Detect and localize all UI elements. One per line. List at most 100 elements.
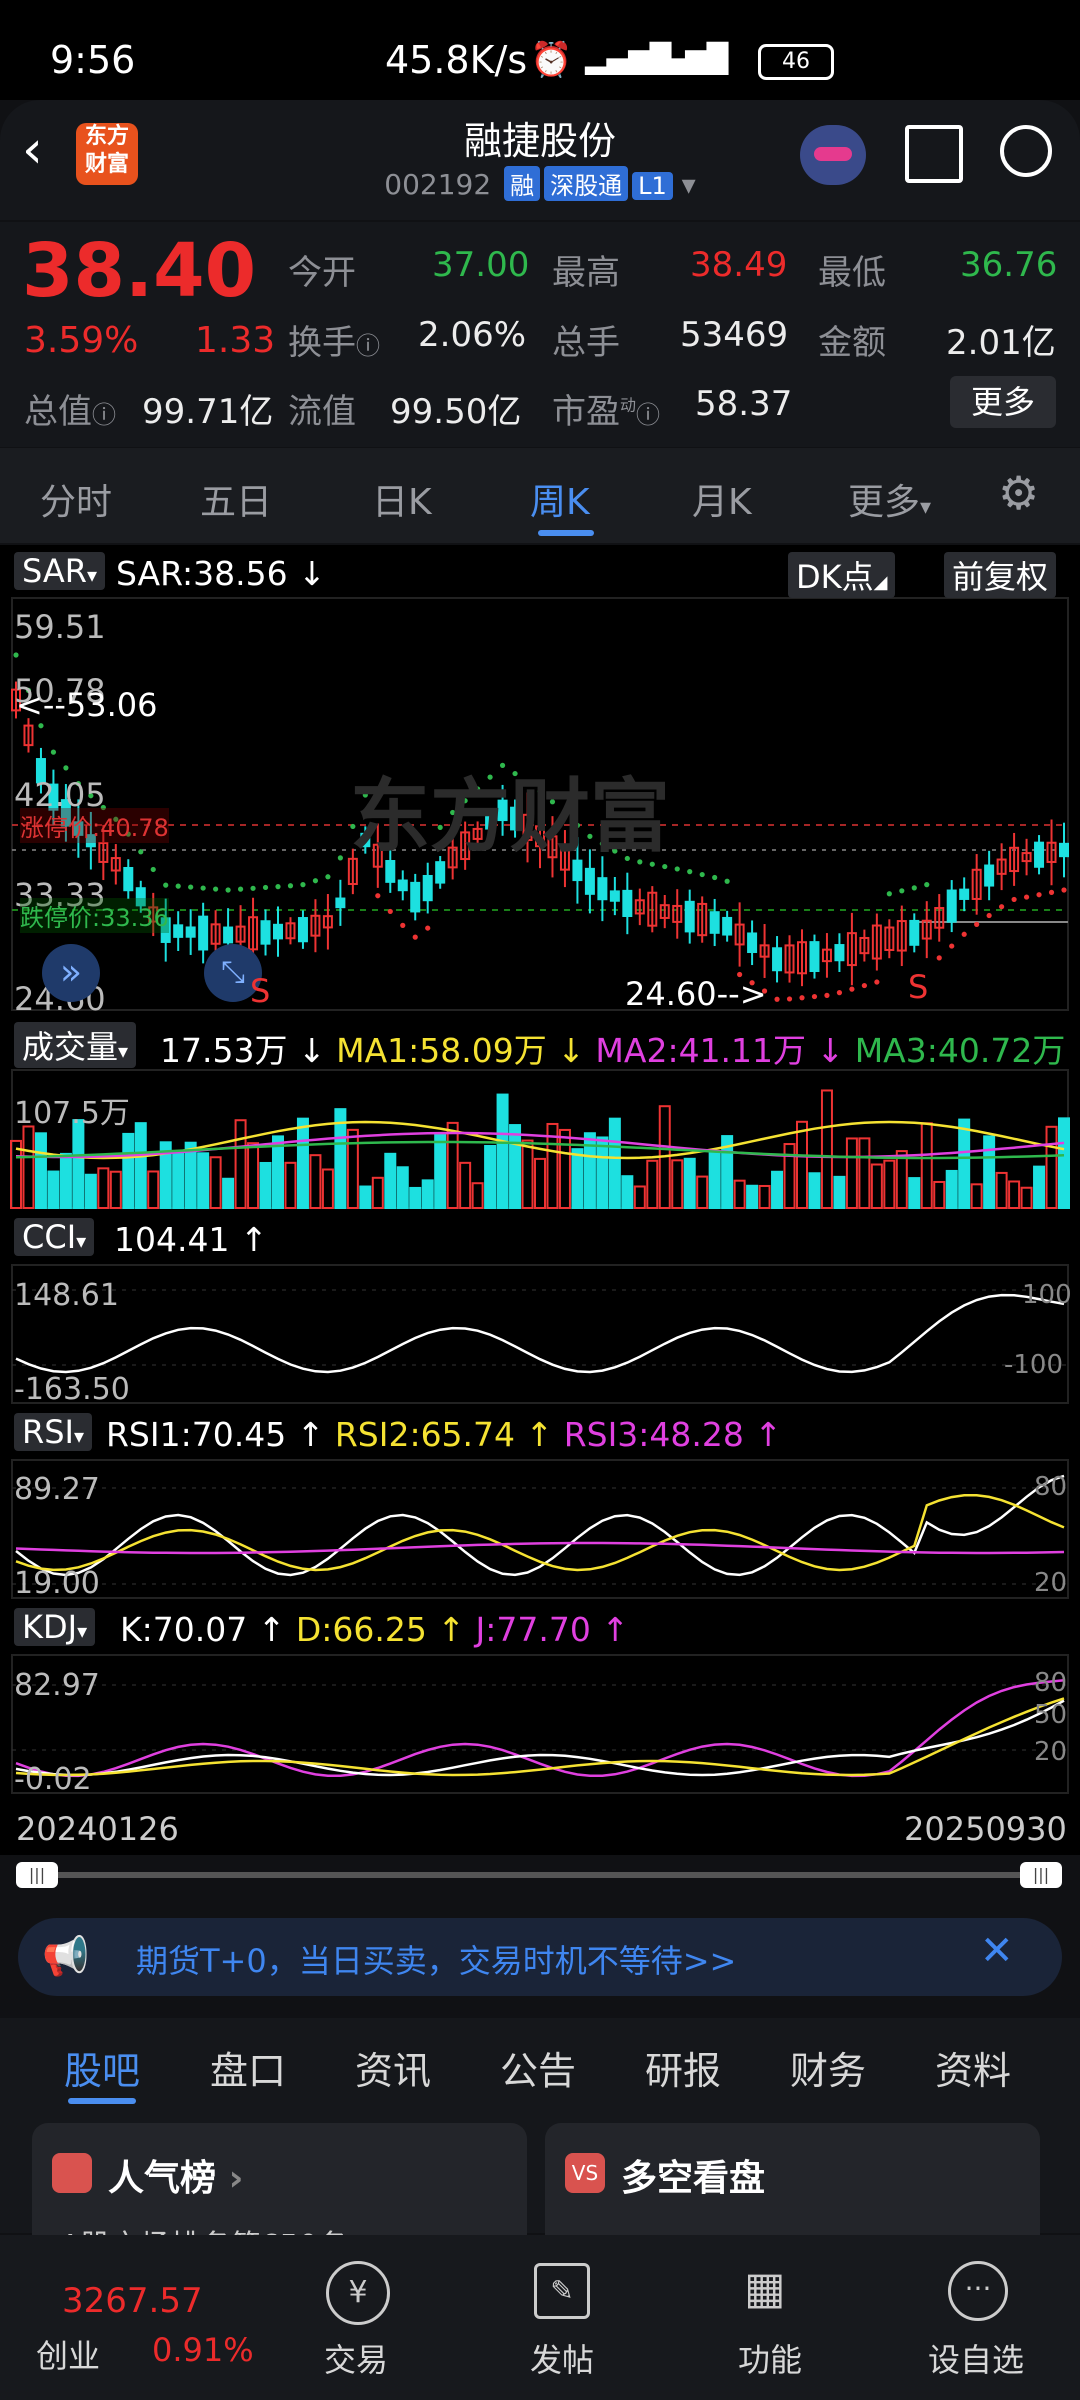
candle-body <box>834 944 845 962</box>
kdj-axis-bottom: -0.02 <box>14 1762 92 1797</box>
volume-bar <box>34 1132 47 1210</box>
adjust-selector[interactable]: 前复权 <box>944 552 1057 598</box>
candle-body <box>584 867 595 895</box>
index-percent: 0.91% <box>152 2331 254 2369</box>
range-handle-right[interactable]: ||| <box>1020 1862 1062 1888</box>
volume-bar <box>633 1185 646 1209</box>
candle-body <box>722 916 733 936</box>
tab-announcements[interactable]: 公告 <box>500 2040 576 2095</box>
volume-bar <box>222 1177 235 1209</box>
close-icon[interactable]: ✕ <box>980 1928 1014 1974</box>
sar-dot <box>175 883 181 889</box>
kdj-values: K:70.07 ↑ D:66.25 ↑ J:77.70 ↑ <box>120 1610 629 1649</box>
tab-pankou[interactable]: 盘口 <box>210 2040 286 2095</box>
sar-dot <box>387 908 393 915</box>
megaphone-icon: 📢 <box>42 1934 90 1978</box>
rsi-axis-top: 89.27 <box>14 1472 100 1507</box>
nav-functions[interactable]: 功能 <box>700 2335 840 2381</box>
candle-body <box>909 919 920 946</box>
tab-guba[interactable]: 股吧 <box>64 2040 140 2095</box>
candle-body <box>747 932 758 954</box>
max-price-marker: <--53.06 <box>16 686 158 724</box>
sar-dot <box>275 884 281 890</box>
candle-body <box>297 917 308 943</box>
sar-dot <box>400 922 406 928</box>
cci-value: 104.41 ↑ <box>114 1220 268 1259</box>
expand-icon[interactable]: » <box>42 944 100 1002</box>
candle-body <box>397 879 408 892</box>
sar-dot <box>899 888 905 894</box>
dk-point-toggle[interactable]: DK点◢ <box>788 552 896 598</box>
cci-axis-top: 148.61 <box>14 1278 119 1313</box>
volume-bar <box>833 1175 846 1209</box>
volume-bar <box>172 1150 185 1210</box>
volume-bar <box>1020 1186 1033 1210</box>
sar-dot <box>188 884 194 890</box>
volume-bar <box>234 1119 247 1210</box>
volume-bar <box>247 1142 260 1210</box>
sar-dot <box>774 996 780 1002</box>
sell-signal-s-2: S <box>908 968 929 1006</box>
volume-selector[interactable]: 成交量▾ <box>14 1022 137 1068</box>
sar-dot <box>337 855 343 861</box>
sar-dot <box>287 883 294 889</box>
index-name[interactable]: 创业 <box>36 2331 100 2377</box>
popularity-title: 人气榜 › <box>108 2158 244 2199</box>
tab-news[interactable]: 资讯 <box>355 2040 431 2095</box>
volume-bar <box>346 1128 359 1210</box>
volume-bar <box>109 1170 122 1210</box>
volume-bar <box>796 1120 808 1209</box>
candle-body <box>410 881 421 913</box>
kdj-selector[interactable]: KDJ▾ <box>14 1608 96 1646</box>
sar-dot <box>949 943 955 949</box>
info-tabs: 股吧 盘口 资讯 公告 研报 财务 资料 <box>0 2018 1080 2113</box>
candle-body <box>198 915 209 951</box>
tab-profile[interactable]: 资料 <box>935 2040 1011 2095</box>
volume-bar <box>409 1186 422 1209</box>
nav-post[interactable]: 发帖 <box>492 2335 632 2381</box>
tab-finance[interactable]: 财务 <box>790 2040 866 2095</box>
volume-bar <box>1033 1165 1046 1210</box>
chevron-down-icon: ▾ <box>118 1039 129 1063</box>
rsi-selector[interactable]: RSI▾ <box>14 1413 93 1451</box>
cci-selector[interactable]: CCI▾ <box>14 1218 95 1256</box>
more-dots-icon: ··· <box>948 2261 1008 2321</box>
volume-bar <box>134 1122 147 1210</box>
volume-bar <box>646 1159 659 1209</box>
candle-body <box>709 911 720 934</box>
sar-dot <box>849 986 855 992</box>
range-handle-left[interactable]: ||| <box>16 1862 58 1888</box>
price-axis-top: 59.51 <box>14 608 106 646</box>
candle-body <box>684 900 695 933</box>
sar-dot <box>50 749 57 755</box>
cci-axis-bottom: -163.50 <box>14 1372 130 1407</box>
sar-dot <box>712 874 718 881</box>
sar-dot <box>824 992 830 998</box>
nav-add-watchlist[interactable]: 设自选 <box>906 2335 1046 2381</box>
sar-dot <box>961 931 967 937</box>
sar-dot <box>1023 894 1030 900</box>
nav-trade[interactable]: 交易 <box>286 2335 426 2381</box>
sar-dot <box>687 869 693 875</box>
cci-ref-minus-100: -100 <box>1004 1350 1064 1380</box>
chevron-down-icon: ▾ <box>76 1229 87 1253</box>
sar-selector[interactable]: SAR▾ <box>14 552 106 590</box>
sar-dot <box>1011 896 1017 903</box>
promo-banner[interactable]: 📢 期货T+0，当日买卖，交易时机不等待>> ✕ <box>18 1918 1062 1996</box>
sar-dot <box>375 893 381 899</box>
volume-bar <box>471 1182 484 1210</box>
sell-signal-s: S <box>250 972 271 1010</box>
sar-dot <box>13 652 19 658</box>
volume-bar <box>534 1157 546 1210</box>
sar-dot <box>425 925 431 931</box>
sar-dot <box>312 878 319 884</box>
volume-bar <box>434 1134 447 1210</box>
volume-bar <box>758 1184 771 1209</box>
tab-research[interactable]: 研报 <box>645 2040 721 2095</box>
min-price-marker: 24.60--> <box>625 975 767 1013</box>
candle-body <box>772 947 783 972</box>
candle-body <box>609 890 620 902</box>
volume-bar <box>1045 1125 1058 1210</box>
volume-bar <box>621 1175 634 1210</box>
volume-bar <box>209 1156 222 1209</box>
